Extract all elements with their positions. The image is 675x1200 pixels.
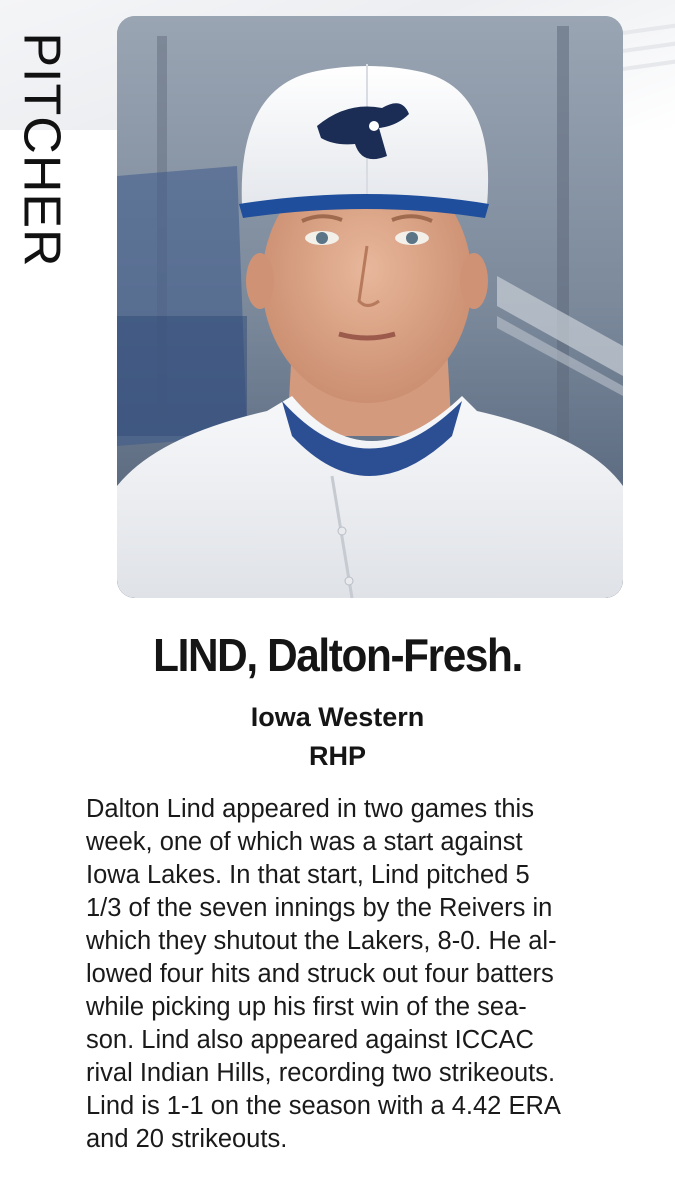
player-bio: Dalton Lind appeared in two games this w…	[86, 793, 646, 1156]
bio-line: rival Indian Hills, recording two strike…	[86, 1059, 556, 1087]
player-school: Iowa Western	[250, 702, 425, 732]
player-position: RHP	[308, 741, 366, 771]
bio-line: 1/3 of the seven innings by the Reivers …	[86, 894, 553, 922]
position-side-label-text: PITCHER	[13, 32, 71, 268]
position-side-label: PITCHER	[10, 32, 74, 267]
bio-line: and 20 strikeouts.	[86, 1125, 288, 1153]
bio-line: Dalton Lind appeared in two games this	[86, 795, 534, 823]
bio-line: while picking up his first win of the se…	[86, 993, 527, 1021]
bio-line: Iowa Lakes. In that start, Lind pitched …	[86, 861, 530, 889]
player-photo	[117, 16, 623, 598]
bio-line: son. Lind also appeared against ICCAC	[86, 1026, 534, 1054]
bio-line: which they shutout the Lakers, 8-0. He a…	[86, 927, 557, 955]
bio-line: week, one of which was a start against	[86, 828, 523, 856]
player-photo-illustration	[117, 16, 623, 598]
player-name: LIND, Dalton-Fresh.	[153, 629, 523, 681]
bio-line: lowed four hits and struck out four batt…	[86, 960, 554, 988]
bio-line: Lind is 1-1 on the season with a 4.42 ER…	[86, 1092, 561, 1120]
